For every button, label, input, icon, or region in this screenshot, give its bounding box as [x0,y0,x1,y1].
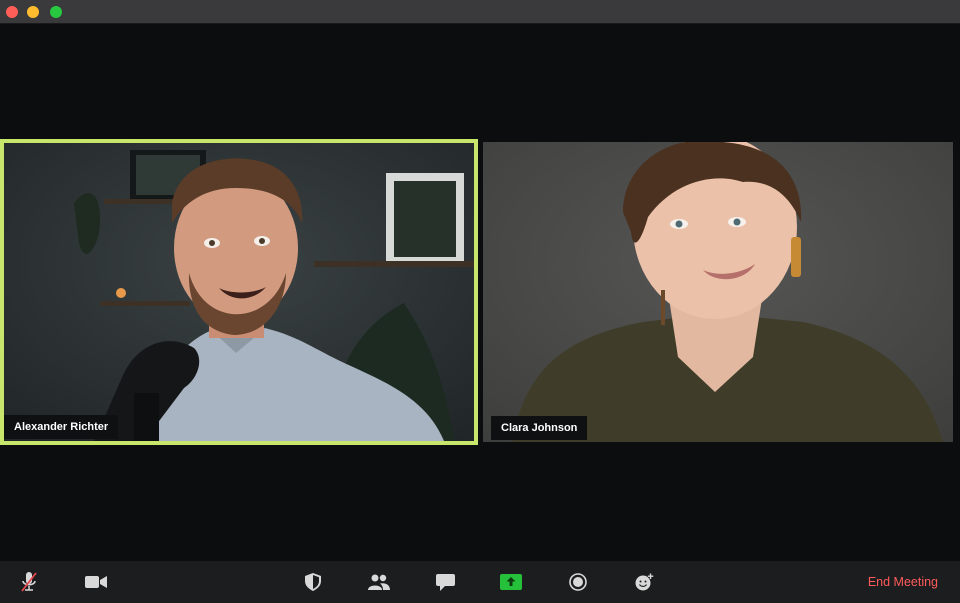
video-camera-icon [85,576,107,588]
participants-icon [368,574,390,590]
participant-name-tag: Alexander Richter [4,415,119,439]
window-title-bar [0,0,960,24]
chat-button[interactable] [435,561,455,603]
video-tile-alexander[interactable]: Alexander Richter [0,139,478,445]
emoji-reaction-icon [635,573,653,591]
video-tile-clara[interactable]: Clara Johnson [483,142,953,442]
video-button[interactable] [84,561,108,603]
minimize-window-button[interactable] [27,6,39,18]
share-screen-button[interactable] [500,561,522,603]
record-button[interactable] [568,561,587,603]
meeting-toolbar: End Meeting [0,561,960,603]
maximize-window-button[interactable] [50,6,62,18]
end-meeting-button[interactable]: End Meeting [868,561,938,603]
chat-bubble-icon [435,573,455,591]
mute-button[interactable] [16,561,42,603]
microphone-muted-icon [21,572,37,592]
participant-video-alexander [4,143,474,441]
participants-button[interactable] [368,561,390,603]
security-button[interactable] [304,561,322,603]
participant-video-clara [483,142,953,442]
shield-icon [305,573,321,591]
share-screen-icon [500,574,522,590]
record-icon [568,573,587,591]
close-window-button[interactable] [6,6,18,18]
reactions-button[interactable] [634,561,654,603]
participant-name-tag: Clara Johnson [491,416,588,440]
